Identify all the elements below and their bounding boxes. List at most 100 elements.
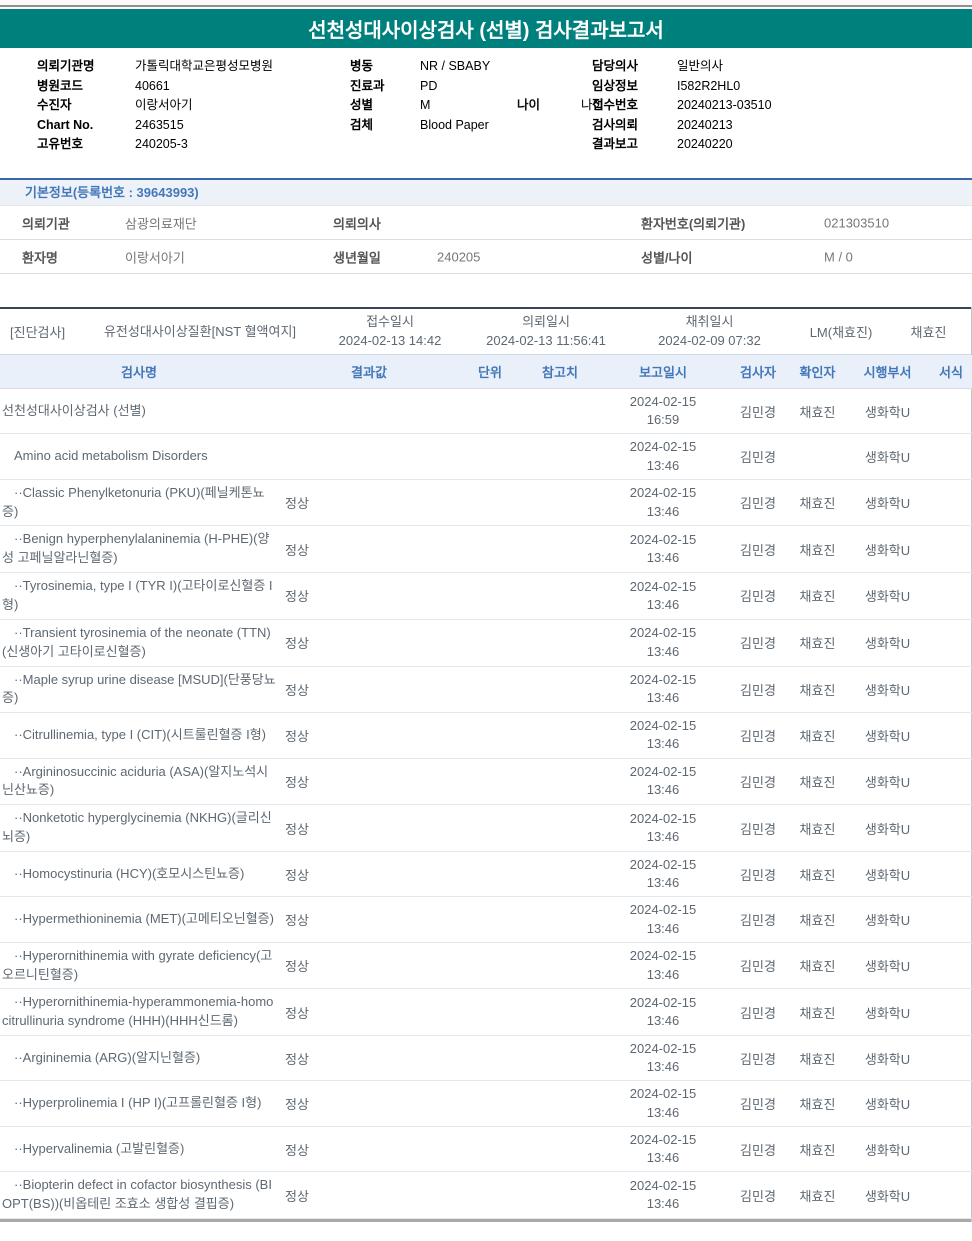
result-value: 정상 [278,666,460,714]
result-reported-date: 2024-02-15 [629,1041,697,1057]
result-verifier: 채효진 [790,758,845,806]
basic-info-value: M / 0 [824,249,853,264]
result-reported-at: 2024-02-15 13:46 [600,988,726,1037]
result-department: 생화학U [845,525,930,574]
result-form [930,758,972,806]
result-reference [520,851,600,898]
result-reported-at: 2024-02-15 13:46 [600,758,726,806]
result-reported-time: 13:46 [646,966,680,982]
col-header-department: 시행부서 [845,355,930,389]
result-value: 정상 [278,851,460,898]
result-reported-time: 13:46 [646,503,680,519]
result-reported-date: 2024-02-15 [629,810,697,826]
result-reference [520,1035,600,1082]
result-reference [520,1080,600,1127]
result-verifier: 채효진 [790,1126,845,1173]
result-unit [460,851,520,898]
result-department: 생화학U [845,479,930,527]
col-header-unit: 단위 [460,355,520,389]
header-info-label: 임상정보 [592,78,639,93]
result-row: 선천성대사이상검사 (선별) 2024-02-15 16:59 김민경 채효진 … [0,388,972,435]
basic-info-table: 의뢰기관 삼광의료재단 의뢰의사 환자번호(의뢰기관) 021303510 환자… [0,206,972,274]
result-reported-at: 2024-02-15 13:46 [600,1126,726,1173]
basic-info-label: 의뢰기관 [22,216,70,231]
col-header-tester: 검사자 [726,355,790,389]
result-unit [460,712,520,759]
result-unit [460,1126,520,1173]
result-reference [520,525,600,574]
result-verifier: 채효진 [790,572,845,620]
diagnostic-collected-time: 채취일시 2024-02-09 07:32 [632,313,787,349]
result-verifier: 채효진 [790,619,845,667]
header-info-extra-label: 나이 [517,98,541,112]
result-department: 생화학U [845,804,930,852]
result-unit [460,804,520,852]
result-tester: 김민경 [726,619,790,667]
result-unit [460,479,520,527]
result-department: 생화학U [845,388,930,435]
basic-info-value: 이랑서아기 [125,250,185,265]
basic-info-value: 021303510 [824,215,890,230]
result-verifier: 채효진 [790,525,845,574]
result-reported-date: 2024-02-15 [629,764,697,780]
col-header-form: 서식 [930,355,972,389]
col-header-test-name: 검사명 [0,355,278,389]
result-verifier: 채효진 [790,712,845,759]
result-unit [460,572,520,620]
result-reported-at: 2024-02-15 16:59 [600,388,726,435]
result-reported-time: 13:46 [646,1013,680,1029]
result-tester: 김민경 [726,525,790,574]
header-info-value: 가톨릭대학교은평성모병원 [135,59,274,73]
result-reported-at: 2024-02-15 13:46 [600,712,726,759]
col-header-verifier: 확인자 [790,355,845,389]
result-unit [460,896,520,943]
result-form [930,1126,972,1173]
result-reported-at: 2024-02-15 13:46 [600,479,726,527]
result-row: ··Biopterin defect in cofactor biosynthe… [0,1171,972,1219]
result-reference [520,1171,600,1219]
result-reported-date: 2024-02-15 [629,995,697,1011]
result-department: 생화학U [845,758,930,806]
result-reported-time: 13:46 [646,643,680,659]
result-value: 정상 [278,1126,460,1173]
result-value: 정상 [278,712,460,759]
result-department: 생화학U [845,433,930,480]
result-reported-time: 13:46 [646,1196,680,1212]
header-info-row: 병동 NR / SBABY [350,57,604,77]
result-tester: 김민경 [726,1080,790,1127]
result-test-name: ··Citrullinemia, type I (CIT)(시트룰린혈증 I형) [0,712,278,759]
result-reported-time: 13:46 [646,1150,680,1165]
result-tester: 김민경 [726,666,790,714]
result-department: 생화학U [845,1080,930,1127]
result-row: ··Nonketotic hyperglycinemia (NKHG)(글리신뇌… [0,804,972,852]
col-header-reference: 참고치 [520,355,600,389]
result-department: 생화학U [845,1035,930,1082]
result-unit [460,758,520,806]
result-verifier: 채효진 [790,1035,845,1082]
report-title: 선천성대사이상검사 (선별) 검사결과보고서 [308,20,664,42]
collected-time-label: 채취일시 [685,314,734,330]
basic-info-label: 생년월일 [333,250,381,265]
result-row: ··Homocystinuria (HCY)(호모시스틴뇨증) 정상 2024-… [0,851,972,898]
result-tester: 김민경 [726,572,790,620]
result-department: 생화학U [845,896,930,943]
diagnostic-tag: [진단검사] [10,325,66,340]
result-tester: 김민경 [726,942,790,990]
ordered-time-label: 의뢰일시 [522,314,570,330]
received-time-label: 접수일시 [366,314,414,330]
result-test-name: ··Homocystinuria (HCY)(호모시스틴뇨증) [0,851,278,898]
result-reported-date: 2024-02-15 [629,578,697,594]
result-reference [520,712,600,759]
result-unit [460,525,520,574]
header-info-value: 일반의사 [677,59,724,73]
result-row: ··Citrullinemia, type I (CIT)(시트룰린혈증 I형)… [0,712,972,759]
result-reported-at: 2024-02-15 13:46 [600,1171,726,1219]
col-header-reported-at: 보고일시 [600,355,726,389]
ordered-time-value: 2024-02-13 11:56:41 [486,332,606,348]
basic-info-row: 의뢰기관 삼광의료재단 의뢰의사 환자번호(의뢰기관) 021303510 [0,206,972,240]
header-info-label: 진료과 [350,78,385,93]
report-title-banner: 선천성대사이상검사 (선별) 검사결과보고서 [0,9,972,48]
result-reference [520,988,600,1037]
result-verifier: 채효진 [790,666,845,714]
result-reference [520,433,600,480]
